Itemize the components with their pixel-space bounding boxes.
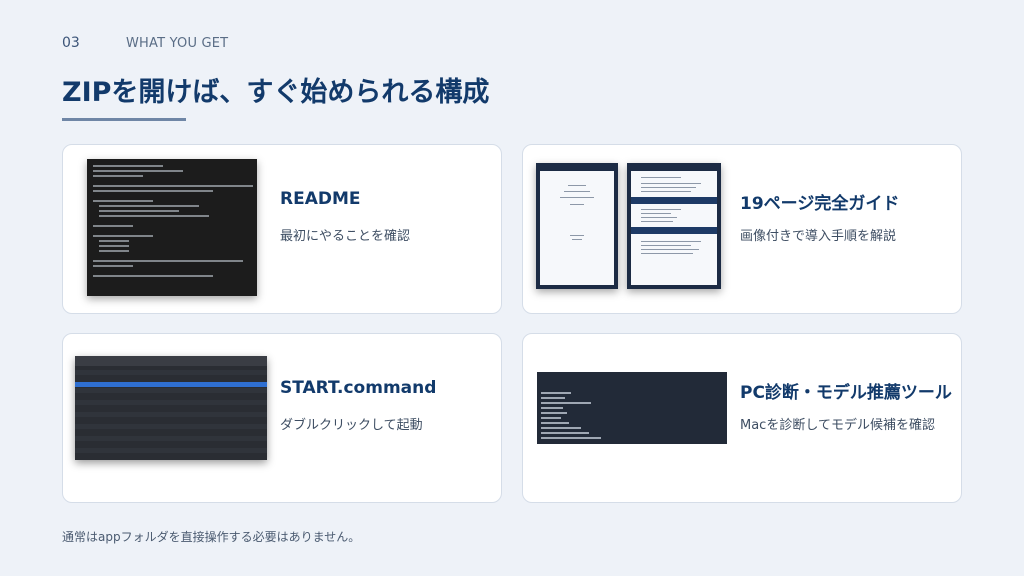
card-readme: README 最初にやることを確認 [62,144,502,314]
card-desc-guide: 画像付きで導入手順を解説 [740,229,897,244]
finder-thumbnail [75,356,267,460]
page-title: ZIPを開けば、すぐ始められる構成 [62,77,490,108]
card-title-pc-diagnosis: PC診断・モデル推薦ツール [740,383,952,403]
card-desc-start-command: ダブルクリックして起動 [280,418,423,433]
guide-content-page [627,163,721,289]
footnote: 通常はappフォルダを直接操作する必要はありません。 [62,530,361,544]
card-title-guide: 19ページ完全ガイド [740,194,900,214]
terminal-thumbnail [537,372,727,444]
title-underline [62,118,186,121]
section-eyebrow: WHAT YOU GET [126,36,229,51]
slide-number: 03 [62,35,80,51]
card-title-readme: README [280,189,361,209]
card-title-start-command: START.command [280,378,437,398]
readme-thumbnail [87,159,257,296]
card-pc-diagnosis: PC診断・モデル推薦ツール Macを診断してモデル候補を確認 [522,333,962,503]
card-guide: 19ページ完全ガイド 画像付きで導入手順を解説 [522,144,962,314]
guide-cover-page [536,163,618,289]
card-desc-pc-diagnosis: Macを診断してモデル候補を確認 [740,418,935,433]
card-desc-readme: 最初にやることを確認 [280,229,411,244]
card-start-command: START.command ダブルクリックして起動 [62,333,502,503]
